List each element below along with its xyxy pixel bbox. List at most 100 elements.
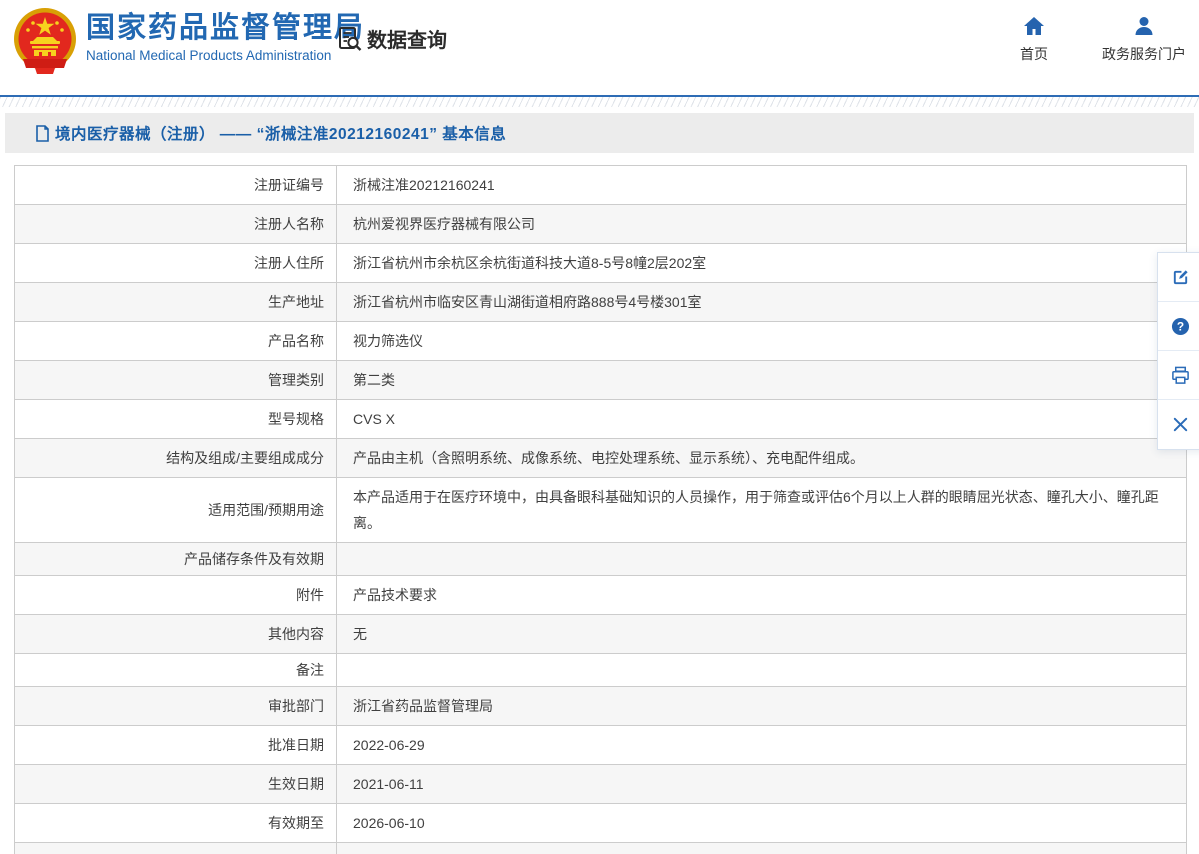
row-label: 注册人名称 (254, 216, 324, 232)
data-query-icon (339, 26, 362, 51)
row-label: 注册证编号 (254, 177, 324, 193)
org-name-en: National Medical Products Administration (86, 48, 332, 63)
table-row: 审批部门 浙江省药品监督管理局 (14, 686, 1187, 726)
table-row: 变更情况 生产地址由浙江省杭州市余杭区余杭街道科技大道8-5号8幢2层202室变… (14, 842, 1187, 854)
row-label-cell: 其他内容 (14, 614, 337, 654)
row-label: 产品储存条件及有效期 (184, 551, 324, 567)
top-nav: 首页 政务服务门户 (979, 14, 1199, 64)
side-panel-item-edit[interactable]: 数 (1158, 253, 1199, 302)
row-label: 生产地址 (268, 294, 324, 310)
nav-gov-portal[interactable]: 政务服务门户 (1089, 14, 1199, 64)
row-label-cell: 变更情况 (14, 842, 337, 854)
org-title-block: 国家药品监督管理局 National Medical Products Admi… (86, 11, 365, 63)
floating-tools-panel: 数 ? 常 打 关 (1157, 252, 1199, 450)
row-label-cell: 型号规格 (14, 399, 337, 439)
close-icon (1173, 417, 1188, 432)
registration-info-table: 注册证编号 浙械注准20212160241 注册人名称 杭州爱视界医疗器械有限公… (14, 165, 1187, 854)
table-row: 注册人住所 浙江省杭州市余杭区余杭街道科技大道8-5号8幢2层202室 (14, 243, 1187, 283)
row-value-cell: 产品技术要求 (336, 575, 1187, 615)
table-row: 有效期至 2026-06-10 (14, 803, 1187, 843)
row-label-cell: 管理类别 (14, 360, 337, 400)
nav-home[interactable]: 首页 (979, 14, 1089, 64)
row-label: 生效日期 (268, 776, 324, 792)
table-row: 注册证编号 浙械注准20212160241 (14, 165, 1187, 205)
row-value-cell (336, 542, 1187, 576)
table-row: 其他内容 无 (14, 614, 1187, 654)
row-value-cell: 本产品适用于在医疗环境中，由具备眼科基础知识的人员操作，用于筛查或评估6个月以上… (336, 477, 1187, 543)
row-value-cell: 第二类 (336, 360, 1187, 400)
print-icon (1172, 366, 1189, 384)
row-value-cell: 无 (336, 614, 1187, 654)
row-value-cell: 产品由主机（含照明系统、成像系统、电控处理系统、显示系统）、充电配件组成。 (336, 438, 1187, 478)
row-label: 注册人住所 (254, 255, 324, 271)
national-emblem-logo (14, 8, 76, 74)
table-row: 附件 产品技术要求 (14, 575, 1187, 615)
registration-info-table-wrap: 注册证编号 浙械注准20212160241 注册人名称 杭州爱视界医疗器械有限公… (14, 165, 1187, 854)
side-panel-item-print[interactable]: 打 (1158, 351, 1199, 400)
row-value-cell: 2021-06-11 (336, 764, 1187, 804)
row-label: 批准日期 (268, 737, 324, 753)
table-row: 批准日期 2022-06-29 (14, 725, 1187, 765)
row-value-cell: 视力筛选仪 (336, 321, 1187, 361)
row-value-cell (336, 653, 1187, 687)
side-panel-item-help[interactable]: ? 常 (1158, 302, 1199, 351)
row-label: 产品名称 (268, 333, 324, 349)
row-value-cell: 2026-06-10 (336, 803, 1187, 843)
hatch-stripe (0, 97, 1199, 107)
org-name-cn: 国家药品监督管理局 (86, 12, 366, 44)
svg-text:?: ? (1177, 319, 1184, 333)
data-query-label: 数据查询 (367, 30, 447, 52)
table-row: 生效日期 2021-06-11 (14, 764, 1187, 804)
page-title: 境内医疗器械（注册） —— “浙械注准20212160241” 基本信息 (55, 126, 507, 143)
row-value-cell: 生产地址由浙江省杭州市余杭区余杭街道科技大道8-5号8幢2层202室变更为浙江省… (336, 842, 1187, 854)
row-label: 适用范围/预期用途 (208, 502, 324, 518)
data-query-tab[interactable]: 数据查询 (337, 24, 447, 53)
row-value-cell: CVS X (336, 399, 1187, 439)
row-label-cell: 备注 (14, 653, 337, 687)
row-value-cell: 浙械注准20212160241 (336, 165, 1187, 205)
breadcrumb-bar: 境内医疗器械（注册） —— “浙械注准20212160241” 基本信息 (5, 113, 1194, 153)
table-row: 管理类别 第二类 (14, 360, 1187, 400)
row-value-cell: 杭州爱视界医疗器械有限公司 (336, 204, 1187, 244)
row-label-cell: 生效日期 (14, 764, 337, 804)
info-table-body: 注册证编号 浙械注准20212160241 注册人名称 杭州爱视界医疗器械有限公… (14, 165, 1187, 854)
row-label: 其他内容 (268, 626, 324, 642)
nav-gov-portal-label: 政务服务门户 (1102, 46, 1186, 62)
row-label-cell: 注册证编号 (14, 165, 337, 205)
row-label-cell: 有效期至 (14, 803, 337, 843)
table-row: 产品名称 视力筛选仪 (14, 321, 1187, 361)
row-label: 型号规格 (268, 411, 324, 427)
table-row: 生产地址 浙江省杭州市临安区青山湖街道相府路888号4号楼301室 (14, 282, 1187, 322)
table-row: 适用范围/预期用途 本产品适用于在医疗环境中，由具备眼科基础知识的人员操作，用于… (14, 477, 1187, 543)
row-value-cell: 浙江省杭州市临安区青山湖街道相府路888号4号楼301室 (336, 282, 1187, 322)
row-label: 附件 (296, 587, 324, 603)
row-label: 审批部门 (268, 698, 324, 714)
row-label: 结构及组成/主要组成成分 (166, 450, 324, 466)
row-label-cell: 审批部门 (14, 686, 337, 726)
row-label-cell: 附件 (14, 575, 337, 615)
row-value-cell: 浙江省药品监督管理局 (336, 686, 1187, 726)
nav-home-label: 首页 (1020, 46, 1048, 62)
row-value-cell: 浙江省杭州市余杭区余杭街道科技大道8-5号8幢2层202室 (336, 243, 1187, 283)
table-row: 备注 (14, 653, 1187, 687)
row-label-cell: 生产地址 (14, 282, 337, 322)
row-label-cell: 产品储存条件及有效期 (14, 542, 337, 576)
row-label-cell: 注册人名称 (14, 204, 337, 244)
table-row: 注册人名称 杭州爱视界医疗器械有限公司 (14, 204, 1187, 244)
user-icon (1135, 17, 1153, 35)
row-value-cell: 2022-06-29 (336, 725, 1187, 765)
row-label: 有效期至 (268, 815, 324, 831)
row-label: 管理类别 (268, 372, 324, 388)
side-panel-item-close[interactable]: 关 (1158, 400, 1199, 449)
help-icon: ? (1171, 317, 1190, 335)
home-icon (1024, 17, 1044, 35)
document-icon (36, 124, 49, 142)
table-row: 结构及组成/主要组成成分 产品由主机（含照明系统、成像系统、电控处理系统、显示系… (14, 438, 1187, 478)
table-row: 型号规格 CVS X (14, 399, 1187, 439)
page-header: 国家药品监督管理局 National Medical Products Admi… (0, 0, 1199, 95)
row-label-cell: 适用范围/预期用途 (14, 477, 337, 543)
row-label-cell: 结构及组成/主要组成成分 (14, 438, 337, 478)
row-label-cell: 批准日期 (14, 725, 337, 765)
edit-icon (1173, 269, 1188, 284)
table-row: 产品储存条件及有效期 (14, 542, 1187, 576)
